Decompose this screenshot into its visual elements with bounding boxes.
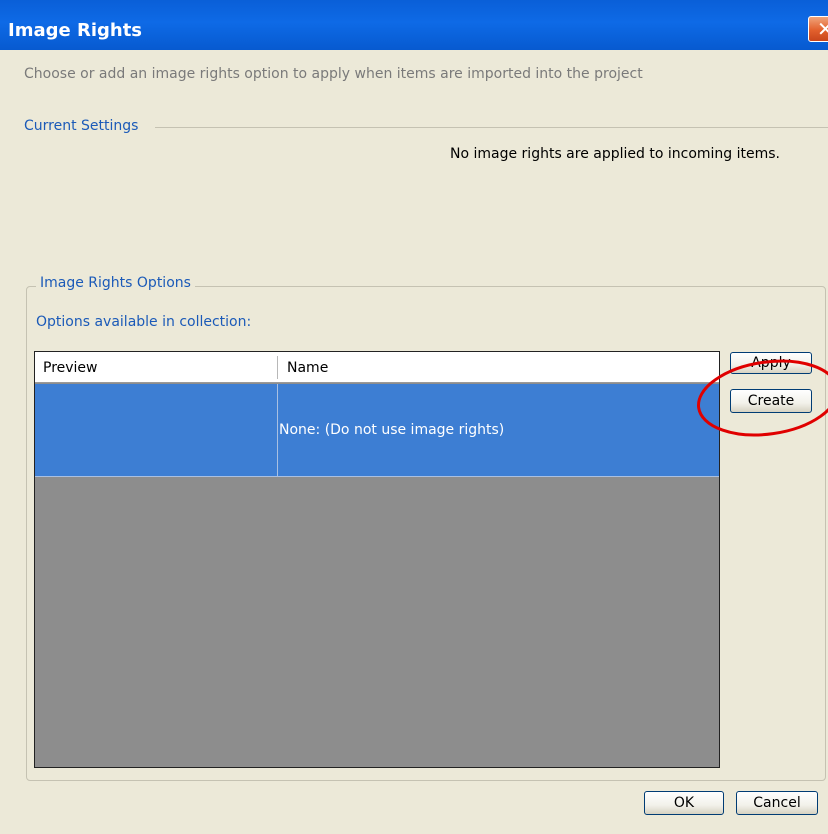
dialog-body: Choose or add an image rights option to … — [0, 50, 828, 834]
column-divider[interactable] — [277, 356, 278, 379]
apply-button[interactable]: Apply — [730, 352, 812, 374]
cell-divider — [277, 384, 278, 477]
name-cell: None: (Do not use image rights) — [279, 422, 505, 438]
image-rights-table[interactable]: Preview Name None: (Do not use image rig… — [34, 351, 720, 768]
window-title: Image Rights — [8, 20, 143, 41]
ok-button[interactable]: OK — [644, 791, 724, 815]
table-header: Preview Name — [35, 352, 719, 383]
close-button[interactable]: ✕ — [808, 16, 828, 42]
options-available-label: Options available in collection: — [36, 314, 252, 330]
column-header-preview[interactable]: Preview — [43, 360, 98, 376]
close-icon: ✕ — [817, 17, 828, 41]
cancel-button[interactable]: Cancel — [736, 791, 818, 815]
table-row[interactable]: None: (Do not use image rights) — [35, 384, 719, 477]
current-settings-label: Current Settings — [20, 118, 143, 134]
current-settings-divider — [155, 127, 828, 128]
image-rights-options-label: Image Rights Options — [36, 275, 195, 291]
create-button[interactable]: Create — [730, 389, 812, 413]
current-settings-value: No image rights are applied to incoming … — [450, 146, 780, 162]
column-header-name[interactable]: Name — [287, 360, 328, 376]
instruction-text: Choose or add an image rights option to … — [24, 66, 643, 82]
title-bar[interactable]: Image Rights ✕ — [0, 0, 828, 50]
